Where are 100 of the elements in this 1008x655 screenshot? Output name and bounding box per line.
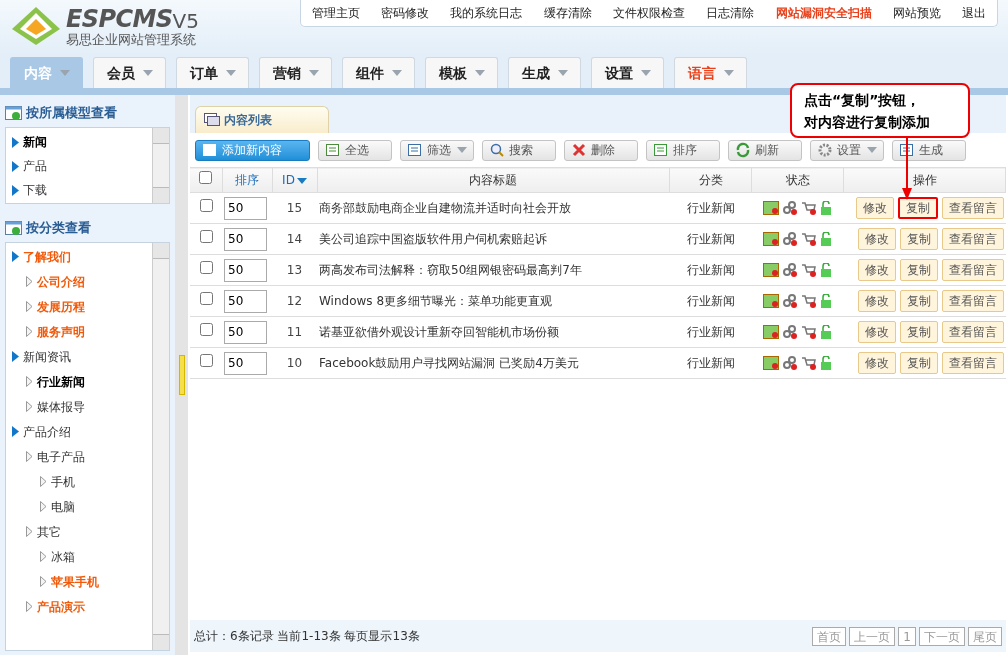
sort-field[interactable]: 50 [224,320,267,344]
row-action-button[interactable]: 修改 [857,228,896,250]
row-action-button[interactable]: 修改 [857,352,896,374]
tree-item[interactable]: 电子产品 [37,447,85,466]
nav-tab[interactable]: 设置 [591,57,664,88]
row-action-button[interactable]: 查看留言 [941,352,1004,374]
top-link[interactable]: 缓存清除 [543,4,592,22]
row-action-button[interactable]: 复制 [899,228,938,250]
row-action-button[interactable]: 查看留言 [941,228,1004,250]
tree-item[interactable]: 手机 [51,472,75,491]
tree-item[interactable]: 冰箱 [51,547,75,566]
top-link[interactable]: 管理主页 [311,4,360,22]
picture-icon[interactable] [763,232,779,246]
nav-tab[interactable]: 生成 [508,57,581,88]
sort-field[interactable]: 50 [224,196,267,220]
link-icon[interactable] [782,325,798,339]
cart-icon[interactable] [801,325,817,339]
row-action-button[interactable]: 查看留言 [941,259,1004,281]
toolbar-button[interactable]: 生成 [892,139,966,161]
link-icon[interactable] [782,201,798,215]
top-link[interactable]: 网站漏洞安全扫描 [775,4,872,22]
tree-item[interactable]: 电脑 [51,497,75,516]
lock-icon[interactable] [820,263,832,277]
link-icon[interactable] [782,232,798,246]
row-action-button[interactable]: 复制 [899,259,938,281]
link-icon[interactable] [782,263,798,277]
tree-item[interactable]: 产品介绍 [23,422,71,441]
column-header[interactable]: ID [272,167,317,193]
column-header[interactable]: 排序 [222,167,272,193]
toolbar-button[interactable]: 刷新 [728,139,802,161]
content-tab[interactable]: 内容列表 [195,106,329,133]
nav-tab[interactable]: 模板 [425,57,498,88]
top-link[interactable]: 退出 [962,4,987,22]
title-link[interactable]: 美公司追踪中国盗版软件用户伺机索赔起诉 [319,232,547,246]
select-all-checkbox[interactable] [199,171,213,184]
top-link[interactable]: 网站预览 [892,4,941,22]
row-action-button[interactable]: 修改 [857,321,896,343]
row-action-button[interactable]: 查看留言 [941,197,1004,219]
row-action-button[interactable]: 修改 [857,259,896,281]
picture-icon[interactable] [763,325,779,339]
row-checkbox[interactable] [199,354,213,367]
title-link[interactable]: Windows 8更多细节曝光：菜单功能更直观 [319,294,552,308]
top-link[interactable]: 我的系统日志 [450,4,523,22]
row-action-button[interactable]: 修改 [857,290,896,312]
lock-icon[interactable] [820,294,832,308]
row-action-button[interactable]: 复制 [899,352,938,374]
row-checkbox[interactable] [199,261,213,274]
toolbar-button[interactable]: 全选 [318,139,392,161]
title-link[interactable]: 诺基亚欲借外观设计重新夺回智能机市场份额 [319,325,559,339]
row-action-button[interactable]: 查看留言 [941,321,1004,343]
model-item[interactable]: 产品 [23,157,47,175]
toolbar-button[interactable]: 删除 [564,139,638,161]
lock-icon[interactable] [820,232,832,246]
sort-field[interactable]: 50 [224,289,267,313]
lock-icon[interactable] [820,325,832,339]
picture-icon[interactable] [763,356,779,370]
row-action-button[interactable]: 复制 [899,321,938,343]
model-item[interactable]: 新闻 [23,133,47,151]
top-link[interactable]: 密码修改 [381,4,429,22]
lock-icon[interactable] [820,356,832,370]
title-link[interactable]: 两高发布司法解释：窃取50组网银密码最高判7年 [319,263,582,277]
cart-icon[interactable] [801,356,817,370]
cart-icon[interactable] [801,201,817,215]
sort-field[interactable]: 50 [224,227,267,251]
cart-icon[interactable] [801,294,817,308]
cart-icon[interactable] [801,263,817,277]
picture-icon[interactable] [763,201,779,215]
nav-tab[interactable]: 会员 [93,57,166,88]
tree-item[interactable]: 行业新闻 [37,372,85,391]
nav-tab[interactable]: 语言 [674,57,747,88]
top-link[interactable]: 日志清除 [706,4,755,22]
cart-icon[interactable] [801,232,817,246]
nav-tab[interactable]: 组件 [342,57,415,88]
sort-field[interactable]: 50 [224,258,267,282]
row-checkbox[interactable] [199,230,213,243]
picture-icon[interactable] [763,294,779,308]
nav-tab[interactable]: 营销 [259,57,332,88]
scrollbar[interactable] [152,243,169,650]
row-checkbox[interactable] [199,199,213,212]
row-checkbox[interactable] [199,323,213,336]
toolbar-button[interactable]: 排序 [646,139,720,161]
toolbar-button[interactable]: 搜索 [482,139,556,161]
tree-item[interactable]: 媒体报导 [37,397,85,416]
row-checkbox[interactable] [199,292,213,305]
title-link[interactable]: Facebook鼓励用户寻找网站漏洞 已奖励4万美元 [319,356,579,370]
link-icon[interactable] [782,294,798,308]
row-action-button[interactable]: 复制 [899,290,938,312]
top-link[interactable]: 文件权限检查 [612,4,685,22]
title-link[interactable]: 商务部鼓励电商企业自建物流并适时向社会开放 [319,201,571,215]
toolbar-button[interactable]: 筛选 [400,139,474,161]
nav-tab[interactable]: 订单 [176,57,249,88]
tree-item[interactable]: 新闻资讯 [23,347,71,366]
row-action-button[interactable]: 复制 [897,197,938,219]
tree-item[interactable]: 其它 [37,522,61,541]
link-icon[interactable] [782,356,798,370]
sort-field[interactable]: 50 [224,351,267,375]
model-item[interactable]: 下载 [23,181,47,199]
scrollbar[interactable] [152,128,169,203]
lock-icon[interactable] [820,201,832,215]
toolbar-button[interactable]: 设置 [810,139,884,161]
